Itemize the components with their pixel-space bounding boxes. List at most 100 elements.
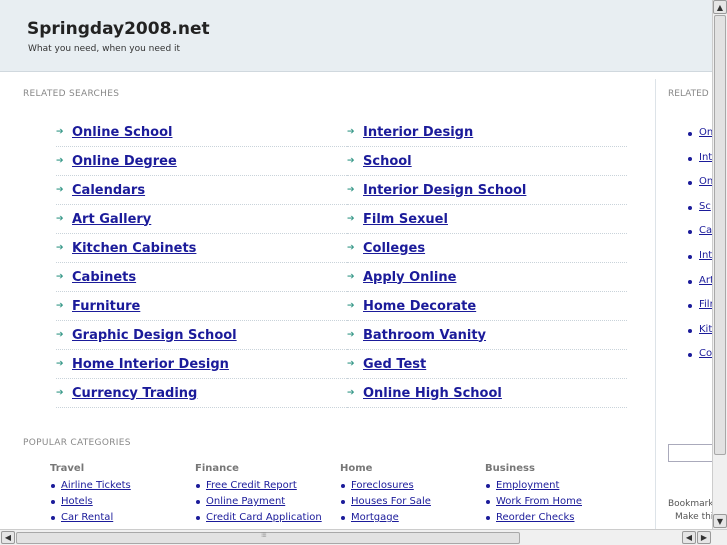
bullet-icon [486,484,490,488]
scroll-up-button[interactable]: ▲ [713,0,727,14]
related-search-link[interactable]: Online Degree [72,154,177,169]
popular-categories-heading: POPULAR CATEGORIES [23,438,131,448]
bullet-icon [688,181,692,186]
sidebar-link[interactable]: Onl [699,176,712,187]
bullet-icon [341,516,345,520]
make-homepage-link[interactable]: Make thi [675,512,712,522]
arrow-icon: ➔ [347,330,355,340]
related-search-link[interactable]: Art Gallery [72,212,151,227]
site-title[interactable]: Springday2008.net [27,19,210,39]
category-link[interactable]: Credit Card Application [206,512,322,523]
related-search-link[interactable]: School [363,154,412,169]
related-search-row: ➔ Calendars [56,176,347,205]
arrow-icon: ➔ [56,359,64,369]
category-link[interactable]: Houses For Sale [351,496,431,507]
scroll-left-button[interactable]: ◀ [1,531,15,544]
related-search-link[interactable]: Film Sexuel [363,212,448,227]
right-sidebar: RELATED Onl Inte Onl Sc Cal Inte Art Filr Kitc Co… [656,79,712,531]
site-header: Springday2008.net What you need, when yo… [0,0,712,72]
sidebar-link[interactable]: Filr [699,299,712,310]
scroll-left-button-2[interactable]: ◀ [682,531,696,544]
category-link[interactable]: Free Credit Report [206,480,297,491]
related-search-link[interactable]: Cabinets [72,270,136,285]
related-search-link[interactable]: Interior Design [363,125,473,140]
related-search-link[interactable]: Currency Trading [72,386,197,401]
arrow-icon: ➔ [56,127,64,137]
category-link[interactable]: Reorder Checks [496,512,574,523]
related-search-link[interactable]: Online High School [363,386,502,401]
related-search-row: ➔ Online School [56,118,347,147]
category-link[interactable]: Mortgage [351,512,399,523]
category-heading: Home [340,463,373,474]
arrow-icon: ➔ [56,301,64,311]
arrow-icon: ➔ [347,156,355,166]
bookmark-link[interactable]: Bookmark [668,499,712,509]
sidebar-link[interactable]: Kitc [699,324,712,335]
arrow-icon: ➔ [56,388,64,398]
related-search-link[interactable]: Calendars [72,183,145,198]
related-search-row: ➔ School [347,147,627,176]
sidebar-link[interactable]: Art [699,275,712,286]
related-search-link[interactable]: Colleges [363,241,425,256]
sidebar-link[interactable]: Inte [699,250,712,261]
related-search-link[interactable]: Bathroom Vanity [363,328,486,343]
bullet-icon [688,230,692,235]
category-link[interactable]: Work From Home [496,496,582,507]
related-search-link[interactable]: Apply Online [363,270,456,285]
category-link[interactable]: Foreclosures [351,480,414,491]
related-search-link[interactable]: Home Decorate [363,299,476,314]
arrow-icon: ➔ [56,272,64,282]
related-search-link[interactable]: Furniture [72,299,140,314]
bullet-icon [51,484,55,488]
related-search-row: ➔ Ged Test [347,350,627,379]
category-heading: Finance [195,463,239,474]
related-search-row: ➔ Colleges [347,234,627,263]
arrow-icon: ➔ [347,359,355,369]
arrow-icon: ➔ [56,156,64,166]
bullet-icon [196,516,200,520]
sidebar-link[interactable]: Co [699,348,712,359]
vertical-scroll-thumb[interactable] [714,15,726,455]
related-search-link[interactable]: Home Interior Design [72,357,229,372]
main-content: RELATED SEARCHES ➔ Online School ➔ Online D… [6,79,656,531]
arrow-icon: ➔ [347,127,355,137]
vertical-scrollbar[interactable]: ▲ ▼ [712,0,727,529]
bullet-icon [341,484,345,488]
sidebar-link[interactable]: Cal [699,225,712,236]
bullet-icon [688,353,692,358]
sidebar-link[interactable]: Onl [699,127,712,138]
related-search-row: ➔ Graphic Design School [56,321,347,350]
related-search-link[interactable]: Online School [72,125,172,140]
scroll-down-button[interactable]: ▼ [713,514,727,528]
bullet-icon [486,500,490,504]
bullet-icon [688,205,692,210]
related-search-row: ➔ Home Interior Design [56,350,347,379]
site-tagline: What you need, when you need it [28,44,181,54]
bullet-icon [486,516,490,520]
bullet-icon [688,156,692,161]
category-link[interactable]: Car Rental [61,512,113,523]
horizontal-scroll-thumb[interactable]: ⁞⁞⁞⁞ [16,531,520,544]
related-search-link[interactable]: Ged Test [363,357,426,372]
scroll-right-button[interactable]: ▶ [697,531,711,544]
horizontal-scrollbar[interactable]: ◀ ⁞⁞⁞⁞ ◀ ▶ [0,529,727,545]
category-link[interactable]: Employment [496,480,559,491]
arrow-icon: ➔ [56,214,64,224]
category-link[interactable]: Hotels [61,496,93,507]
category-link[interactable]: Airline Tickets [61,480,131,491]
related-search-link[interactable]: Kitchen Cabinets [72,241,196,256]
arrow-icon: ➔ [56,243,64,253]
sidebar-search-input[interactable] [668,444,712,462]
related-search-link[interactable]: Graphic Design School [72,328,237,343]
sidebar-link[interactable]: Sc [699,201,711,212]
related-search-row: ➔ Cabinets [56,263,347,292]
bullet-icon [51,500,55,504]
category-link[interactable]: Online Payment [206,496,285,507]
arrow-icon: ➔ [347,272,355,282]
arrow-icon: ➔ [347,214,355,224]
related-search-row: ➔ Apply Online [347,263,627,292]
related-search-link[interactable]: Interior Design School [363,183,526,198]
sidebar-link[interactable]: Inte [699,152,712,163]
related-search-row: ➔ Bathroom Vanity [347,321,627,350]
arrow-icon: ➔ [56,185,64,195]
